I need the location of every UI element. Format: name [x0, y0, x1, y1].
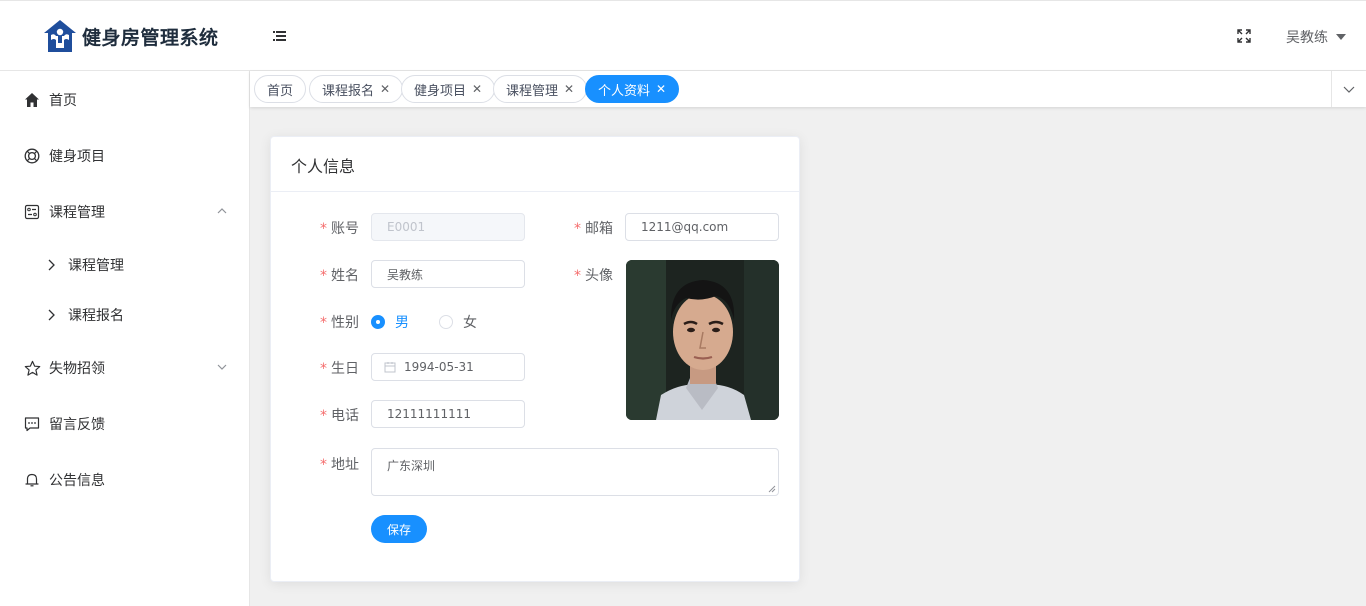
close-icon[interactable]: ✕ [380, 82, 390, 96]
sidebar-item-course-management[interactable]: 课程管理 [0, 184, 249, 240]
tab-profile[interactable]: 个人资料 ✕ [585, 75, 680, 103]
chevron-right-icon [48, 309, 55, 321]
fullscreen-icon[interactable] [1237, 29, 1251, 43]
phone-field[interactable]: 12111111111 [371, 400, 525, 428]
user-dropdown[interactable]: 吴教练 [1286, 27, 1346, 47]
app-title: 健身房管理系统 [82, 26, 219, 49]
required-mark: * [574, 268, 581, 284]
tab-label: 首页 [267, 83, 294, 99]
avatar-photo [626, 260, 779, 420]
top-header: 健身房管理系统 吴教练 [0, 0, 1366, 71]
birthday-label: * 生日 [320, 361, 359, 377]
email-field[interactable]: 1211@qq.com [625, 213, 779, 241]
home-icon [23, 91, 41, 109]
avatar-upload[interactable] [626, 260, 779, 420]
sidebar-subitem-course-registration[interactable]: 课程报名 [0, 290, 249, 340]
required-mark: * [320, 457, 327, 473]
bell-icon [23, 471, 41, 489]
sidebar-item-lost-and-found[interactable]: 失物招领 [0, 340, 249, 396]
card-title: 个人信息 [271, 137, 799, 192]
required-mark: * [320, 268, 327, 284]
avatar-label: * 头像 [574, 268, 613, 284]
sidebar-subitem-label: 课程管理 [68, 258, 124, 274]
sidebar-item-label: 公告信息 [49, 473, 105, 489]
sidebar-subitem-course-management[interactable]: 课程管理 [0, 240, 249, 290]
birthday-picker[interactable]: 1994-05-31 [371, 353, 525, 381]
chevron-right-icon [48, 259, 55, 271]
required-mark: * [320, 361, 327, 377]
tab-home[interactable]: 首页 [254, 75, 307, 103]
required-mark: * [320, 408, 327, 424]
save-button[interactable]: 保存 [371, 515, 427, 543]
tab-label: 课程报名 [322, 83, 375, 99]
sidebar-item-label: 课程管理 [49, 205, 105, 221]
resize-handle-icon[interactable] [768, 485, 776, 493]
tab-label: 课程管理 [506, 83, 559, 99]
chevron-down-icon [1343, 86, 1355, 93]
gender-label: * 性别 [320, 315, 359, 331]
name-field[interactable]: 吴教练 [371, 260, 525, 288]
tab-course-registration[interactable]: 课程报名 ✕ [309, 75, 404, 103]
tabs-menu-button[interactable] [1331, 71, 1366, 107]
radio-unchecked-icon [439, 315, 453, 329]
tab-course-management[interactable]: 课程管理 ✕ [493, 75, 588, 103]
profile-card: 个人信息 * 账号 E0001 * 邮箱 1211@qq.com * 姓名 吴教练 *… [270, 136, 800, 582]
required-mark: * [574, 221, 581, 237]
gender-radio-female[interactable]: 女 [439, 312, 477, 332]
message-icon [23, 415, 41, 433]
sidebar-item-label: 健身项目 [49, 149, 105, 165]
sidebar-item-announcements[interactable]: 公告信息 [0, 452, 249, 508]
sidebar-item-label: 首页 [49, 93, 77, 109]
address-label: * 地址 [320, 457, 359, 473]
tab-fitness-projects[interactable]: 健身项目 ✕ [401, 75, 496, 103]
target-icon [23, 147, 41, 165]
required-mark: * [320, 221, 327, 237]
star-icon [23, 359, 41, 377]
close-icon[interactable]: ✕ [472, 82, 482, 96]
app-logo[interactable]: 健身房管理系统 [42, 19, 219, 53]
gym-logo-icon [44, 20, 76, 52]
sidebar-item-fitness-projects[interactable]: 健身项目 [0, 128, 249, 184]
tab-label: 个人资料 [598, 83, 651, 99]
email-label: * 邮箱 [574, 221, 613, 237]
sidebar-item-home[interactable]: 首页 [0, 72, 249, 128]
sidebar-subitem-label: 课程报名 [68, 308, 124, 324]
menu-fold-icon[interactable] [273, 29, 287, 43]
name-label: * 姓名 [320, 268, 359, 284]
address-textarea[interactable]: 广东深圳 [371, 448, 779, 496]
course-icon [23, 203, 41, 221]
caret-down-icon [1336, 34, 1346, 40]
calendar-icon [384, 362, 396, 373]
user-name: 吴教练 [1286, 30, 1328, 46]
sidebar-item-label: 失物招领 [49, 361, 105, 377]
radio-checked-icon [371, 315, 385, 329]
tags-view-bar: 首页 课程报名 ✕ 健身项目 ✕ 课程管理 ✕ 个人资料 ✕ [250, 71, 1366, 107]
required-mark: * [320, 315, 327, 331]
phone-label: * 电话 [320, 408, 359, 424]
gender-radio-male[interactable]: 男 [371, 312, 409, 332]
account-field: E0001 [371, 213, 525, 241]
close-icon[interactable]: ✕ [656, 82, 666, 96]
sidebar-item-label: 留言反馈 [49, 417, 105, 433]
sidebar-item-feedback[interactable]: 留言反馈 [0, 396, 249, 452]
close-icon[interactable]: ✕ [564, 82, 574, 96]
chevron-down-icon [217, 364, 227, 370]
tab-label: 健身项目 [414, 83, 467, 99]
sidebar: 首页 健身项目 课程管理 课程管理 课程报名 失物招领 留言反馈 公告信息 [0, 71, 250, 606]
account-label: * 账号 [320, 221, 359, 237]
chevron-up-icon [217, 208, 227, 214]
